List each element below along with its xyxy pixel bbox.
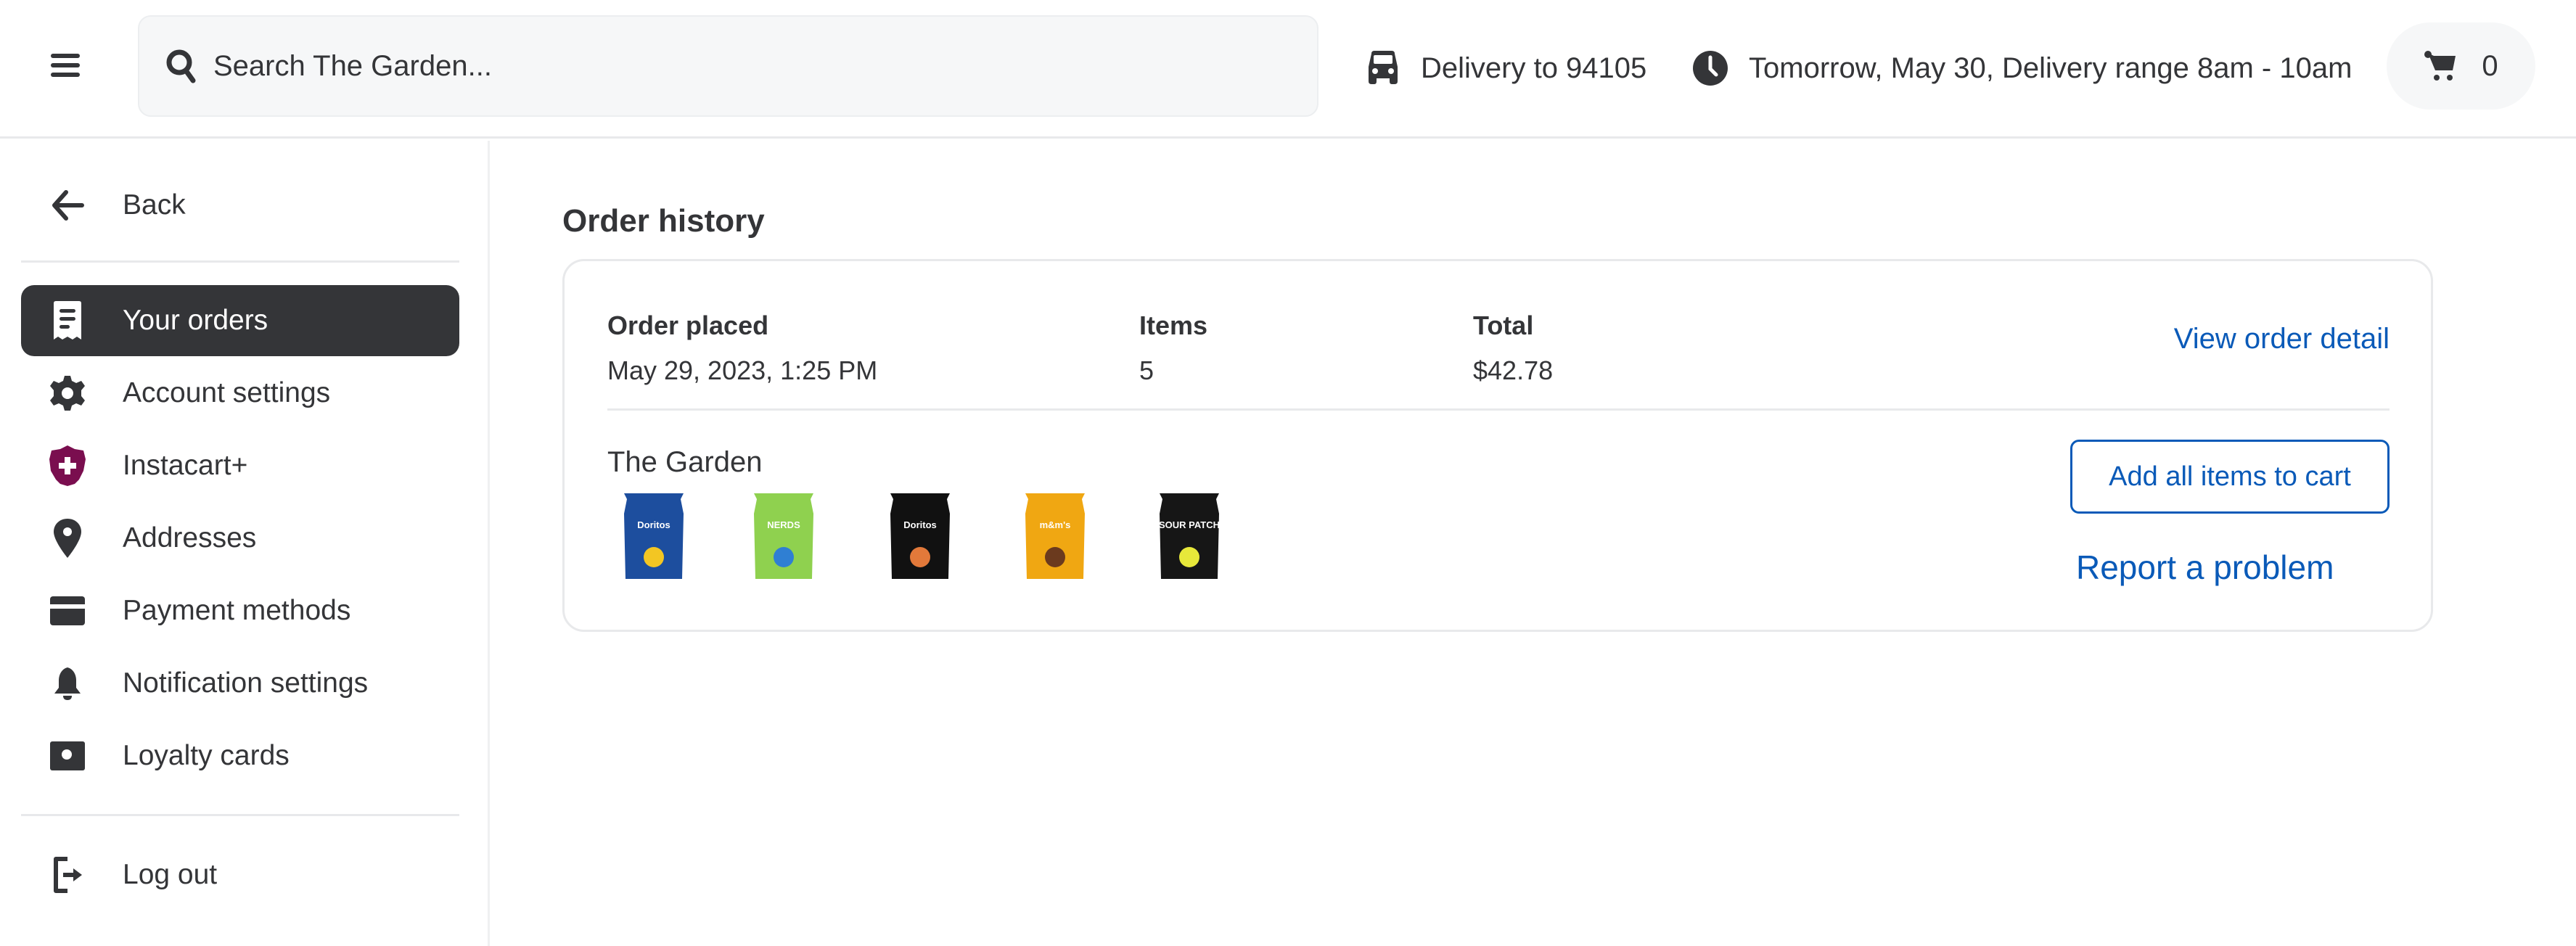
order-placed-label: Order placed [607,310,769,340]
hamburger-menu-icon [51,54,80,77]
sidebar-divider [21,814,459,816]
back-button[interactable]: Back [21,170,459,241]
add-all-items-to-cart-button[interactable]: Add all items to cart [2070,440,2390,514]
product-thumbnail[interactable]: Doritos Sweet Chili Heat Doritos [887,492,953,583]
package-brand-text: SOUR PATCH [1159,519,1220,530]
sidebar-item-addresses[interactable]: Addresses [21,503,459,574]
sidebar-item-label: Your orders [123,305,268,336]
search-bar[interactable] [138,15,1318,117]
order-card-divider [607,408,2390,411]
logout-icon [46,853,89,897]
sidebar-item-label: Notification settings [123,667,369,699]
logout-label: Log out [123,859,218,890]
product-thumbnail[interactable]: Maynards Sour Patch Kids SOUR PATCH [1157,492,1222,583]
delivery-address-button[interactable]: Delivery to 94105 [1366,44,1646,93]
arrow-left-icon [46,184,89,227]
search-icon [166,49,196,83]
sidebar-item-your-orders[interactable]: Your orders [21,285,459,356]
package-accent [1179,547,1199,567]
package-accent [1045,547,1065,567]
sidebar-divider [21,260,459,263]
package-accent [644,547,664,567]
sidebar-item-instacart-plus[interactable]: Instacart+ [21,430,459,501]
cart-icon [2424,51,2456,81]
product-thumbnail[interactable]: M&M's Peanut Butter m&m's [1022,492,1088,583]
account-sidebar: Back Your orders Account settings Instac… [0,141,490,946]
items-value: 5 [1139,355,1154,385]
report-a-problem-link[interactable]: Report a problem [2076,548,2334,587]
menu-button[interactable] [44,44,87,87]
sidebar-item-label: Loyalty cards [123,740,290,771]
cart-count: 0 [2482,49,2498,82]
credit-card-icon [46,589,89,633]
delivery-time-label: Tomorrow, May 30, Delivery range 8am - 1… [1749,52,2353,84]
order-placed-value: May 29, 2023, 1:25 PM [607,355,878,385]
package-accent [774,547,794,567]
sidebar-item-label: Addresses [123,522,257,554]
sidebar-item-account-settings[interactable]: Account settings [21,358,459,429]
map-pin-icon [46,517,89,560]
sidebar-item-notification-settings[interactable]: Notification settings [21,648,459,719]
view-order-detail-link[interactable]: View order detail [2174,323,2390,355]
car-icon [1369,51,1398,84]
total-label: Total [1473,310,1534,340]
total-value: $42.78 [1473,355,1554,385]
package-brand-text: Doritos [903,519,937,530]
order-card: Order placed May 29, 2023, 1:25 PM Items… [562,259,2433,632]
sidebar-item-label: Instacart+ [123,450,248,481]
sidebar-item-payment-methods[interactable]: Payment methods [21,575,459,646]
sidebar-item-loyalty-cards[interactable]: Loyalty cards [21,720,459,791]
delivery-label: Delivery to 94105 [1421,52,1647,84]
cart-button[interactable]: 0 [2387,22,2535,110]
page-title: Order history [562,203,765,239]
sidebar-item-label: Account settings [123,377,331,408]
package-brand-text: NERDS [767,519,800,530]
top-header: Delivery to 94105 Tomorrow, May 30, Deli… [0,0,2576,139]
search-input[interactable] [213,49,1229,83]
package-brand-text: m&m's [1040,519,1071,530]
clock-icon [1693,51,1728,86]
instacart-plus-icon [46,444,89,488]
receipt-icon [46,299,89,342]
product-thumbnail[interactable]: Doritos Cool RanchDoritos [621,492,686,583]
gear-icon [46,371,89,415]
back-label: Back [123,189,186,221]
package-accent [910,547,930,567]
logout-button[interactable]: Log out [21,839,459,910]
sidebar-item-label: Payment methods [123,595,351,626]
items-label: Items [1139,310,1208,340]
store-name: The Garden [607,446,763,478]
package-brand-text: Doritos [637,519,670,530]
delivery-time-button[interactable]: Tomorrow, May 30, Delivery range 8am - 1… [1692,44,2352,93]
loyalty-card-icon [46,734,89,778]
bell-icon [46,662,89,705]
product-thumbnail[interactable]: Sour Big Chewy Nerds NERDS [751,492,816,583]
